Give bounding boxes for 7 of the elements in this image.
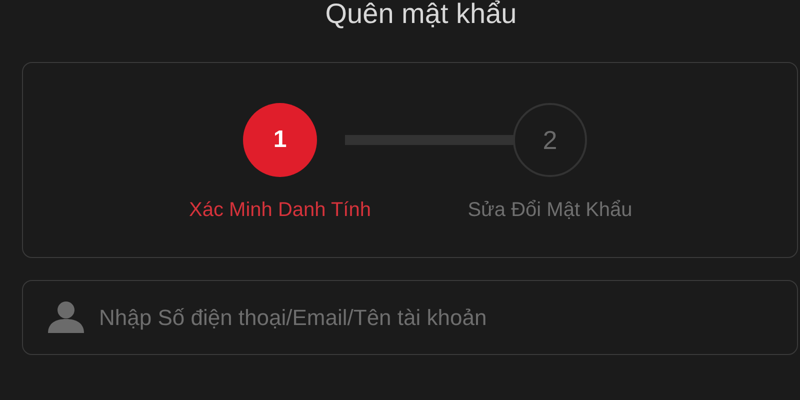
step-label: Xác Minh Danh Tính	[189, 198, 371, 223]
step-label: Sửa Đổi Mật Khẩu	[468, 198, 632, 223]
page-title: Quên mật khẩu	[325, 0, 517, 31]
step-number: 1	[243, 103, 317, 177]
step-number: 2	[513, 103, 587, 177]
account-input-field[interactable]: Nhập Số điện thoại/Email/Tên tài khoản	[22, 280, 798, 355]
user-icon	[48, 301, 84, 333]
